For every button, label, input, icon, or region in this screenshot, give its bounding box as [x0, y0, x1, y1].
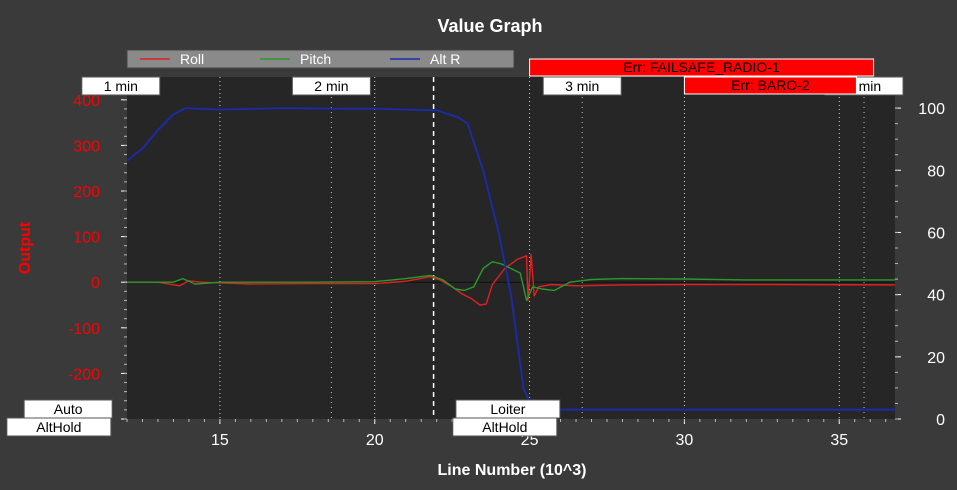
mode-marker-label: AltHold: [482, 419, 527, 435]
y-right-tick-label: 20: [927, 350, 945, 367]
y-tick-label: -100: [68, 321, 100, 338]
y-axis-title: Output: [17, 221, 34, 274]
y-tick-label: 300: [73, 138, 100, 155]
legend-label-pitch: Pitch: [300, 51, 331, 67]
y-tick-label: 0: [91, 275, 100, 292]
error-marker-label: Err: FAILSAFE_RADIO-1: [623, 59, 780, 75]
time-marker-label: 3 min: [565, 78, 599, 94]
value-graph-chart[interactable]: Value Graph Line Number (10^3) Output Ro…: [0, 0, 957, 490]
x-tick-label: 30: [676, 432, 694, 449]
plot-area[interactable]: [127, 77, 895, 419]
value-graph-window: Value Graph Line Number (10^3) Output Ro…: [0, 0, 957, 490]
y-right-tick-label: 100: [918, 101, 945, 118]
mode-marker-label: AltHold: [36, 419, 81, 435]
y-tick-label: -200: [68, 366, 100, 383]
error-marker-label: Err: BARO-2: [731, 77, 810, 93]
y-tick-label: 200: [73, 184, 100, 201]
mode-marker-label: Auto: [54, 401, 83, 417]
y-right-tick-label: 40: [927, 288, 945, 305]
x-tick-label: 15: [211, 432, 229, 449]
legend-label-roll: Roll: [180, 51, 204, 67]
y-right-tick-label: 0: [936, 412, 945, 429]
mode-marker-label: Loiter: [490, 401, 525, 417]
y-tick-label: 100: [73, 230, 100, 247]
x-axis-title: Line Number (10^3): [438, 462, 587, 479]
time-marker-label: 1 min: [104, 78, 138, 94]
y-right-tick-label: 60: [927, 225, 945, 242]
chart-title: Value Graph: [437, 16, 542, 36]
time-marker-label: 2 min: [314, 78, 348, 94]
x-tick-label: 35: [830, 432, 848, 449]
legend: Roll Pitch Alt R: [126, 49, 515, 69]
legend-label-alt-r: Alt R: [430, 51, 460, 67]
y-right-tick-label: 80: [927, 163, 945, 180]
x-tick-label: 20: [366, 432, 384, 449]
